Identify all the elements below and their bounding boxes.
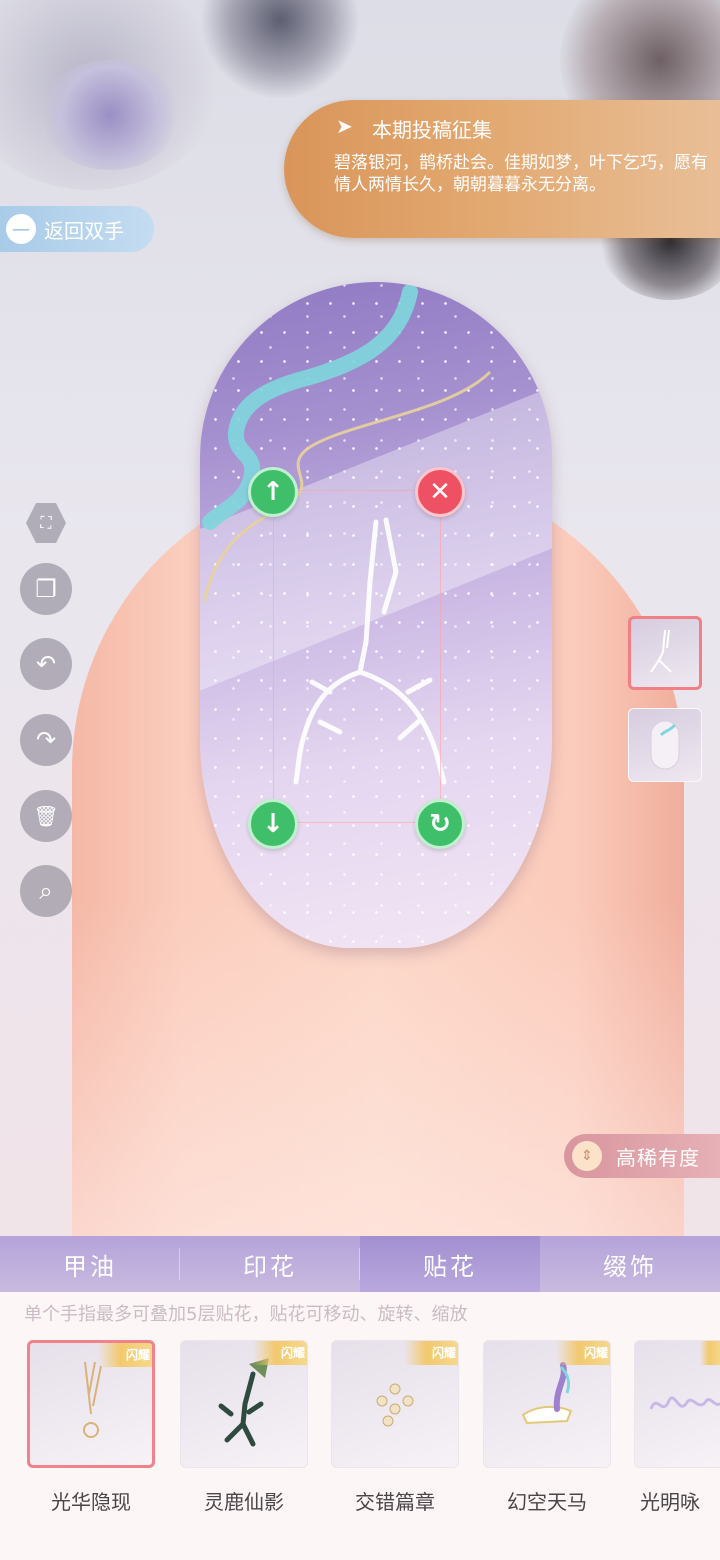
copy-icon: ❐ [35, 575, 57, 603]
redo-icon: ↷ [35, 726, 57, 754]
notice-body: 碧落银河，鹊桥赴会。佳期如梦，叶下乞巧，愿有情人两情长久，朝朝暮暮永无分离。 [334, 153, 708, 195]
sticker-thumb-icon [650, 629, 672, 673]
back-label: 返回双手 [44, 218, 124, 243]
rotate-handle[interactable]: ↻ [415, 799, 465, 849]
back-to-hands-button[interactable]: — 返回双手 [0, 206, 154, 252]
zoom-icon: ⌕ [39, 877, 53, 905]
sort-icon: ⇕ [572, 1141, 602, 1171]
fullscreen-icon: ⛶ [40, 513, 52, 532]
shine-badge: 闪耀 [253, 1341, 307, 1365]
sticker-name: 交错篇章 [355, 1490, 435, 1514]
finger-shade [72, 900, 684, 1236]
sort-label: 高稀有度 [616, 1145, 700, 1170]
delete-sticker-button[interactable]: ✕ [415, 467, 465, 517]
sparkle-icon: ➤ [336, 114, 353, 138]
zoom-button[interactable]: ⌕ [20, 865, 72, 917]
hint-text: 单个手指最多可叠加5层贴花，贴花可移动、旋转、缩放 [24, 1304, 468, 1325]
redo-button[interactable]: ↷ [20, 714, 72, 766]
selection-box [273, 490, 441, 823]
shine-badge [700, 1341, 720, 1365]
sticker-name: 光华隐现 [51, 1490, 131, 1514]
undo-button[interactable]: ↶ [20, 638, 72, 690]
sticker-name: 幻空天马 [507, 1490, 587, 1514]
nail-thumb-icon [650, 720, 680, 770]
notice-title: 本期投稿征集 [372, 118, 492, 142]
tab-ornament[interactable]: 缀饰 [540, 1236, 720, 1292]
sticker-card[interactable]: 闪耀 [27, 1340, 155, 1468]
arrow-down-icon: ↓ [262, 809, 284, 839]
background-blur [40, 60, 180, 170]
sticker-name: 光明咏 [640, 1490, 700, 1514]
rotate-icon: ↻ [429, 809, 451, 839]
trash-icon: 🗑 [33, 804, 59, 828]
arrow-left-icon: — [6, 214, 36, 244]
sticker-panel: 单个手指最多可叠加5层贴花，贴花可移动、旋转、缩放 闪耀 光华隐现 闪耀 灵鹿仙… [0, 1292, 720, 1560]
layer-up-button[interactable]: ↑ [248, 467, 298, 517]
layer-thumb-base[interactable] [628, 708, 702, 782]
delete-button[interactable]: 🗑 [20, 790, 72, 842]
layer-thumb-sticker[interactable] [628, 616, 702, 690]
shine-badge: 闪耀 [404, 1341, 458, 1365]
tab-sticker[interactable]: 贴花 [360, 1236, 540, 1292]
background-blur [200, 0, 360, 100]
sticker-name: 灵鹿仙影 [204, 1490, 284, 1514]
sticker-card[interactable]: 闪耀 [483, 1340, 611, 1468]
arrow-up-icon: ↑ [262, 477, 284, 507]
sticker-card[interactable]: 闪耀 [180, 1340, 308, 1468]
close-icon: ✕ [429, 477, 451, 507]
tab-polish[interactable]: 甲油 [0, 1236, 180, 1292]
layer-down-button[interactable]: ↓ [248, 799, 298, 849]
sticker-card[interactable] [634, 1340, 720, 1468]
copy-button[interactable]: ❐ [20, 563, 72, 615]
tab-print[interactable]: 印花 [180, 1236, 360, 1292]
shine-badge: 闪耀 [98, 1343, 152, 1367]
submission-notice[interactable]: ➤ 本期投稿征集 碧落银河，鹊桥赴会。佳期如梦，叶下乞巧，愿有情人两情长久，朝朝… [284, 100, 720, 238]
rarity-sort-button[interactable]: ⇕ 高稀有度 [564, 1134, 720, 1178]
sticker-card[interactable]: 闪耀 [331, 1340, 459, 1468]
undo-icon: ↶ [35, 650, 57, 678]
category-tabs: 甲油 印花 贴花 缀饰 [0, 1236, 720, 1292]
shine-badge: 闪耀 [556, 1341, 610, 1365]
